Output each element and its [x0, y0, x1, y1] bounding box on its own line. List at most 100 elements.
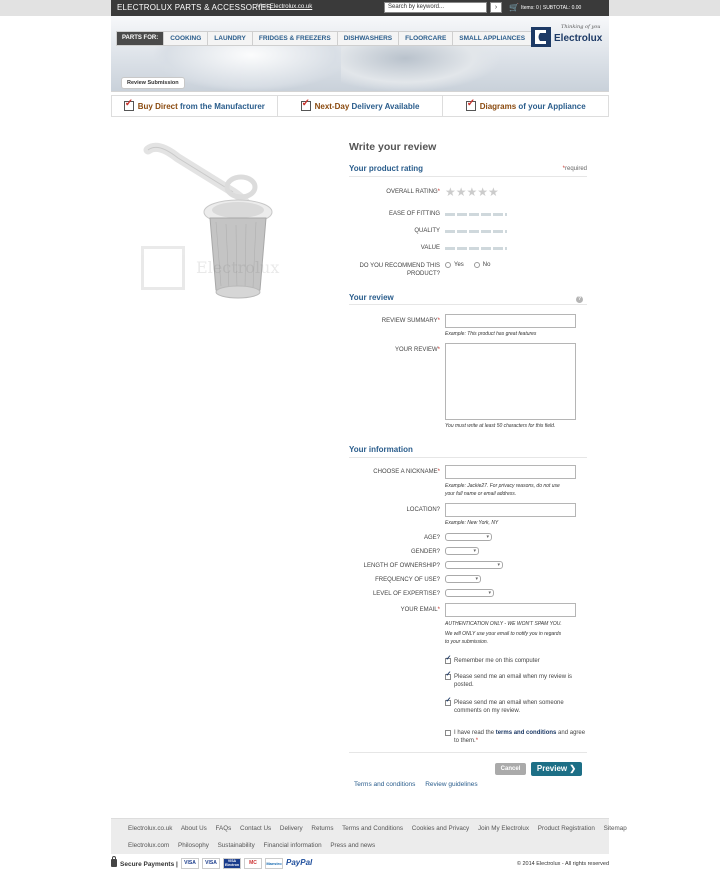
checkbox-tick-icon — [300, 98, 311, 111]
age-label: AGE? — [423, 535, 440, 541]
value-slider[interactable] — [445, 247, 507, 250]
lock-icon — [111, 856, 117, 867]
notify-posted-checkbox[interactable]: Please send me an email when my review i… — [445, 671, 572, 689]
nickname-label: CHOOSE A NICKNAME* — [373, 469, 440, 475]
top-bar-inner: ELECTROLUX PARTS & ACCESSORIES Visit Ele… — [111, 0, 609, 16]
visit-electrolux-link[interactable]: Electrolux.co.uk — [270, 4, 312, 10]
your-review-textarea[interactable] — [445, 343, 576, 420]
ownership-select[interactable]: ▾ — [445, 561, 503, 569]
nav-small-appliances[interactable]: SMALL APPLIANCES — [452, 32, 531, 45]
mastercard-icon: MC — [244, 858, 262, 869]
visa-debit-icon: VISA — [202, 858, 220, 869]
header-banner: PARTS FOR: COOKING LAUNDRY FRIDGES & FRE… — [111, 16, 609, 92]
nav-dishwashers[interactable]: DISHWASHERS — [336, 32, 398, 45]
location-hint: Example: New York, NY — [445, 520, 499, 526]
age-select[interactable]: ▾ — [445, 533, 492, 541]
frequency-label: FREQUENCY OF USE? — [375, 577, 440, 583]
email-hint: AUTHENTICATION ONLY - WE WON'T SPAM YOU. — [445, 621, 562, 627]
benefits-strip: Buy Direct from the Manufacturer Next-Da… — [111, 95, 609, 117]
value-label: VALUE — [420, 245, 440, 251]
footer-link[interactable]: Join My Electrolux — [478, 825, 529, 832]
secure-payments-bar: Secure Payments | VISA VISA VISA Electro… — [111, 856, 609, 872]
footer-link[interactable]: Press and news — [330, 842, 375, 849]
your-review-label: YOUR REVIEW* — [394, 347, 440, 353]
your-review-heading: Your review — [349, 293, 394, 302]
footer: Electrolux.co.uk About Us FAQs Contact U… — [111, 818, 627, 854]
footer-link[interactable]: Terms and Conditions — [342, 825, 403, 832]
cancel-button[interactable]: Cancel — [495, 763, 526, 775]
benefit-diagrams: Diagrams of your Appliance — [442, 96, 608, 116]
nav-fridges-freezers[interactable]: FRIDGES & FREEZERS — [251, 32, 337, 45]
help-icon[interactable]: ? — [576, 296, 583, 303]
parts-for-label: PARTS FOR: — [117, 32, 164, 45]
footer-link[interactable]: About Us — [181, 825, 207, 832]
search-button[interactable]: › — [490, 2, 502, 13]
footer-links-row1: Electrolux.co.uk About Us FAQs Contact U… — [128, 825, 634, 832]
preview-button[interactable]: Preview ❯ — [531, 762, 582, 776]
terms-and-conditions-link[interactable]: Terms and conditions — [354, 781, 415, 788]
electrolux-watermark: Electrolux — [141, 246, 291, 294]
checkbox-tick-icon — [465, 98, 476, 111]
footer-link[interactable]: Sitemap — [604, 825, 627, 832]
footer-link[interactable]: Delivery — [280, 825, 303, 832]
review-summary-hint: Example: This product has great features — [445, 331, 537, 337]
frequency-select[interactable]: ▾ — [445, 575, 481, 583]
logo-tagline: Thinking of you — [561, 24, 601, 30]
nav-cooking[interactable]: COOKING — [163, 32, 207, 45]
footer-link[interactable]: Electrolux.co.uk — [128, 825, 172, 832]
ownership-label: LENGTH OF OWNERSHIP? — [363, 563, 440, 569]
footer-link[interactable]: Sustainability — [218, 842, 255, 849]
footer-link[interactable]: Philosophy — [178, 842, 209, 849]
location-input[interactable] — [445, 503, 576, 517]
recommend-yes-radio[interactable] — [445, 262, 451, 269]
recommend-no-radio[interactable] — [473, 262, 480, 269]
maestro-icon: Maestro — [265, 858, 283, 869]
overall-rating-stars[interactable]: ★★★★★ — [445, 185, 499, 199]
nickname-hint: Example: Jackie27. For privacy reasons, … — [445, 483, 560, 497]
footer-link[interactable]: Electrolux.com — [128, 842, 169, 849]
footer-link[interactable]: Contact Us — [240, 825, 271, 832]
footer-link[interactable]: Financial information — [263, 842, 321, 849]
search-input[interactable]: Search by keyword... — [384, 2, 487, 13]
benefit-buy-direct: Buy Direct from the Manufacturer — [112, 96, 277, 116]
page-title: Write your review — [349, 141, 437, 153]
visa-electron-icon: VISA Electron — [223, 858, 241, 869]
overall-rating-label: OVERALL RATING* — [386, 189, 440, 195]
footer-link[interactable]: Product Registration — [538, 825, 595, 832]
expertise-select[interactable]: ▾ — [445, 589, 494, 597]
expertise-label: LEVEL OF EXPERTISE? — [372, 591, 440, 597]
review-summary-input[interactable] — [445, 314, 576, 328]
footer-link[interactable]: Returns — [311, 825, 333, 832]
electrolux-logo[interactable]: Thinking of you Electrolux — [529, 24, 605, 50]
terms-link[interactable]: terms and conditions — [496, 730, 557, 736]
cart-icon[interactable]: 🛒 — [509, 3, 519, 12]
logo-name: Electrolux — [554, 33, 603, 44]
notify-comment-checkbox[interactable]: Please send me an email when someonecomm… — [445, 697, 564, 715]
review-links: Terms and conditions Review guidelines — [354, 781, 486, 788]
cart-summary[interactable]: Items: 0 | SUBTOTAL: 0.00 — [521, 5, 581, 11]
recommend-options: Yes No — [445, 262, 498, 269]
email-input[interactable] — [445, 603, 576, 617]
quality-slider[interactable] — [445, 230, 507, 233]
store-title[interactable]: ELECTROLUX PARTS & ACCESSORIES — [117, 3, 272, 12]
visa-icon: VISA — [181, 858, 199, 869]
nav-floorcare[interactable]: FLOORCARE — [398, 32, 452, 45]
benefit-next-day: Next-Day Delivery Available — [276, 96, 443, 116]
ease-of-fitting-label: EASE OF FITTING — [388, 211, 440, 217]
ease-of-fitting-slider[interactable] — [445, 213, 507, 216]
footer-link[interactable]: FAQs — [216, 825, 232, 832]
terms-checkbox[interactable]: I have read the terms and conditions and… — [445, 729, 585, 745]
footer-link[interactable]: Cookies and Privacy — [412, 825, 469, 832]
main-nav: PARTS FOR: COOKING LAUNDRY FRIDGES & FRE… — [116, 31, 533, 46]
gender-select[interactable]: ▾ — [445, 547, 479, 555]
nickname-input[interactable] — [445, 465, 576, 479]
required-note: *required — [562, 166, 587, 172]
breadcrumb-review-submission: Review Submission — [121, 77, 185, 89]
visit-electrolux: Visit Electrolux.co.uk — [257, 4, 313, 10]
paypal-icon: PayPal — [286, 858, 313, 867]
nav-laundry[interactable]: LAUNDRY — [207, 32, 252, 45]
gender-label: GENDER? — [410, 549, 440, 555]
remember-me-checkbox[interactable]: Remember me on this computer — [445, 655, 540, 665]
product-rating-heading: Your product rating — [349, 164, 424, 173]
review-guidelines-link[interactable]: Review guidelines — [425, 781, 477, 788]
